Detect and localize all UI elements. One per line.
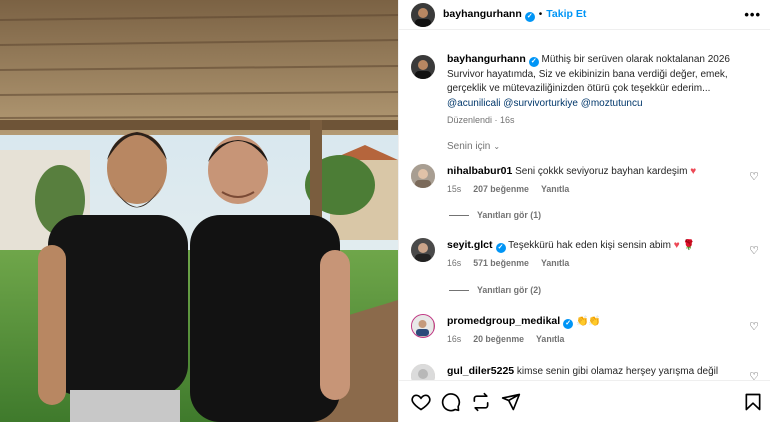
comment-item: seyit.glct ✓ Teşekkürü hak eden kişi sens…: [411, 238, 763, 268]
more-options-icon[interactable]: •••: [744, 7, 761, 22]
commenter-username[interactable]: nihalbabur01: [447, 165, 512, 177]
post-caption: bayhangurhann ✓ Müthiş bir serüven olarak…: [411, 52, 763, 125]
verified-badge-icon: ✓: [563, 319, 574, 329]
comment-time: 16s: [447, 334, 462, 344]
comment-body: nihalbabur01 Seni çokkk seviyoruz bayhan…: [447, 164, 763, 179]
replies-line: [449, 215, 469, 217]
reply-button[interactable]: Yanıtla: [541, 184, 569, 194]
reply-button[interactable]: Yanıtla: [536, 334, 564, 344]
comment-likes[interactable]: 571 beğenme: [473, 258, 529, 268]
comment-body: promedgroup_medikal ✓ 👏👏: [447, 314, 763, 329]
comment-meta: 16s 20 beğenme Yanıtla: [447, 334, 763, 344]
comment-likes[interactable]: 207 beğenme: [473, 184, 529, 194]
commenter-username[interactable]: seyit.glct: [447, 239, 493, 251]
sort-label: Senin için: [447, 141, 491, 152]
follow-button[interactable]: Takip Et: [546, 8, 586, 20]
commenter-avatar[interactable]: [411, 238, 435, 262]
verified-badge-icon: ✓: [495, 243, 506, 253]
repost-icon[interactable]: [471, 392, 491, 412]
bookmark-icon[interactable]: [743, 392, 763, 412]
verified-badge-icon: ✓: [524, 12, 535, 22]
like-comment-heart-icon[interactable]: ♡: [749, 320, 759, 333]
comment-time: 15s: [447, 184, 462, 194]
comment-item: gul_diler5225 kimse senin gibi olamaz he…: [411, 364, 763, 380]
comment-likes[interactable]: 20 beğenme: [473, 334, 524, 344]
clap-emoji: 👏👏: [575, 316, 601, 327]
chevron-down-icon: ⌄: [493, 142, 501, 151]
commenter-avatar[interactable]: [411, 164, 435, 188]
commenter-username[interactable]: gul_diler5225: [447, 365, 514, 377]
view-replies-label: Yanıtları gör (2): [477, 285, 542, 295]
share-icon[interactable]: [501, 392, 521, 412]
like-comment-heart-icon[interactable]: ♡: [749, 170, 759, 183]
view-replies-label: Yanıtları gör (1): [477, 210, 542, 220]
comment-text: Seni çokkk seviyoruz bayhan kardeşim: [515, 166, 688, 177]
mention-link[interactable]: @moztutuncu: [581, 98, 643, 109]
comment-body: seyit.glct ✓ Teşekkürü hak eden kişi sens…: [447, 238, 763, 253]
like-comment-heart-icon[interactable]: ♡: [749, 370, 759, 380]
comment-item: promedgroup_medikal ✓ 👏👏 16s 20 beğenme Yan…: [411, 314, 763, 344]
comment-body: gul_diler5225 kimse senin gibi olamaz he…: [447, 364, 763, 379]
instagram-post: bayhangurhann ✓ • Takip Et ••• bayhangurhan…: [0, 0, 770, 422]
comment-text: kimse senin gibi olamaz herşey yarışma d…: [516, 366, 719, 377]
comment-sort-dropdown[interactable]: Senin için ⌄: [447, 141, 500, 152]
commenter-avatar[interactable]: [411, 314, 435, 338]
post-header: bayhangurhann ✓ • Takip Et •••: [399, 0, 770, 30]
comment-time: 16s: [447, 258, 462, 268]
author-avatar[interactable]: [411, 3, 435, 27]
comment-meta: 15s 207 beğenme Yanıtla: [447, 184, 763, 194]
replies-line: [449, 290, 469, 292]
view-replies-button[interactable]: Yanıtları gör (1): [449, 210, 541, 220]
view-replies-button[interactable]: Yanıtları gör (2): [449, 285, 541, 295]
post-details-pane: bayhangurhann ✓ • Takip Et ••• bayhangurhan…: [398, 0, 770, 422]
commenter-avatar[interactable]: [411, 364, 435, 380]
post-photo[interactable]: [0, 0, 398, 422]
header-line: bayhangurhann ✓ • Takip Et: [443, 8, 586, 22]
heart-rose-emoji: ♥ 🌹: [673, 240, 695, 251]
comment-text: Teşekkürü hak eden kişi sensin abim: [508, 240, 672, 251]
red-heart-emoji: ♥: [690, 166, 697, 177]
caption-meta: Düzenlendi · 16s: [447, 115, 515, 125]
comments-scroll-area[interactable]: bayhangurhann ✓ Müthiş bir serüven olarak…: [399, 30, 770, 380]
commenter-username[interactable]: promedgroup_medikal: [447, 315, 560, 327]
comment-icon[interactable]: [441, 392, 461, 412]
comment-item: nihalbabur01 Seni çokkk seviyoruz bayhan…: [411, 164, 763, 194]
author-username[interactable]: bayhangurhann: [443, 8, 522, 20]
edited-label: Düzenlendi: [447, 115, 493, 125]
mention-link[interactable]: @acunilicali: [447, 98, 501, 109]
caption-username[interactable]: bayhangurhann: [447, 53, 526, 65]
like-comment-heart-icon[interactable]: ♡: [749, 244, 759, 257]
separator-dot: •: [538, 9, 543, 20]
comment-meta: 16s 571 beğenme Yanıtla: [447, 258, 763, 268]
post-image: [0, 0, 398, 422]
verified-badge-icon: ✓: [528, 57, 539, 67]
caption-time: 16s: [500, 115, 515, 125]
caption-avatar[interactable]: [411, 55, 435, 79]
reply-button[interactable]: Yanıtla: [541, 258, 569, 268]
caption-text: bayhangurhann ✓ Müthiş bir serüven olarak…: [447, 52, 763, 111]
post-action-bar: [399, 380, 770, 422]
heart-icon[interactable]: [411, 392, 431, 412]
mention-link[interactable]: @survivorturkiye: [503, 98, 578, 109]
